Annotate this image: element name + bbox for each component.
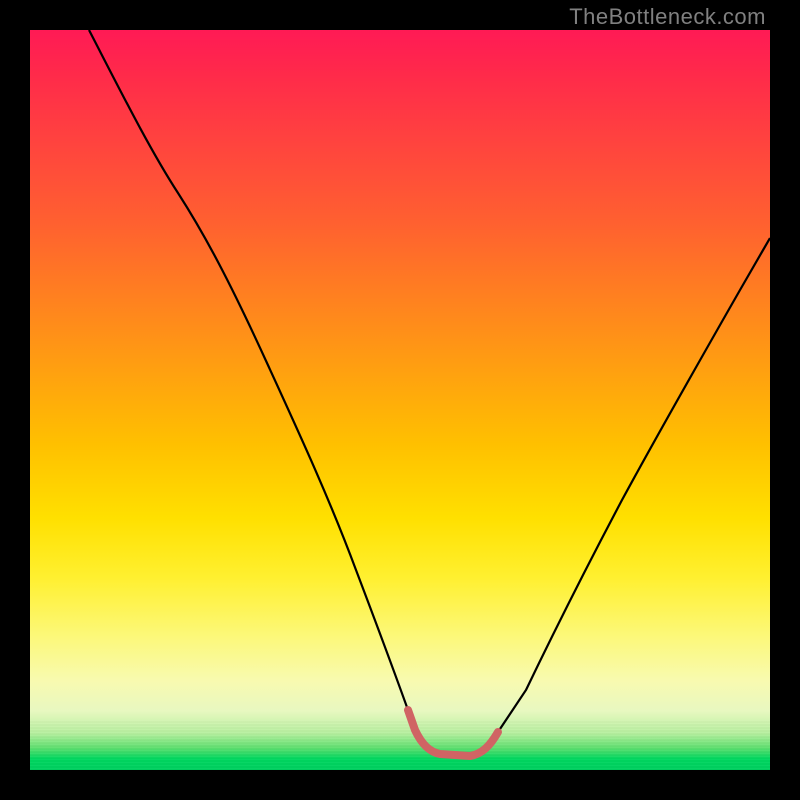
plot-area bbox=[30, 30, 770, 770]
curve-svg bbox=[30, 30, 770, 770]
optimal-range-highlight bbox=[408, 710, 498, 756]
bottleneck-curve bbox=[89, 30, 770, 756]
watermark-text: TheBottleneck.com bbox=[569, 4, 766, 30]
chart-container: TheBottleneck.com bbox=[0, 0, 800, 800]
